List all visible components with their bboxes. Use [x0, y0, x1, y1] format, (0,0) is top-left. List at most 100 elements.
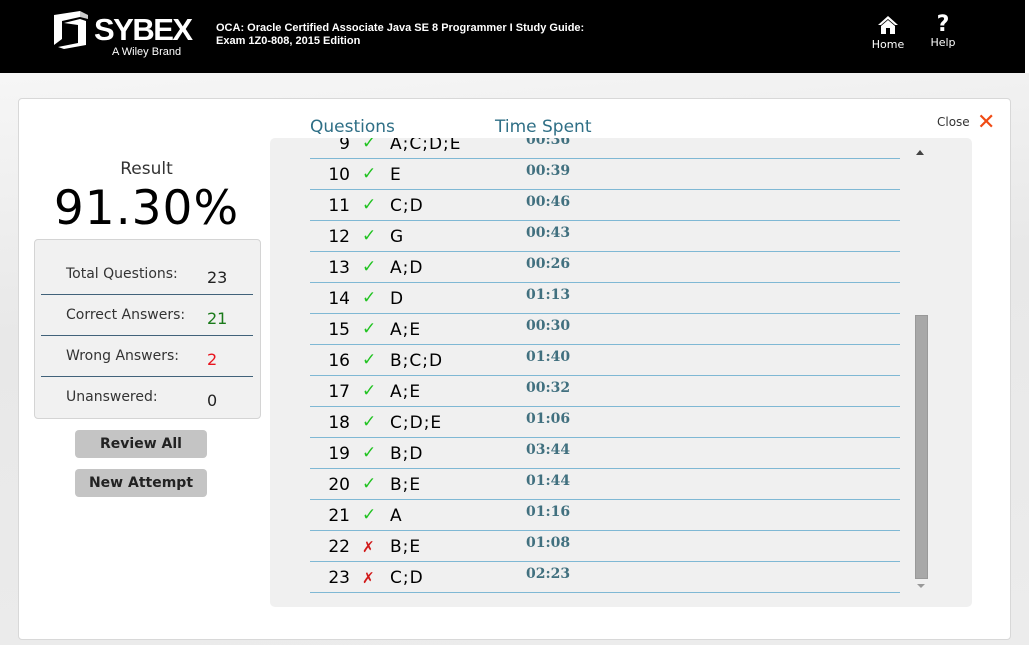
question-row[interactable]: 19 ✓ B;D 03:44	[310, 438, 900, 469]
stats-box: Total Questions: 23 Correct Answers: 21 …	[34, 239, 261, 419]
time-spent: 00:39	[526, 163, 571, 179]
review-all-button[interactable]: Review All	[75, 430, 207, 458]
answer-choices: B;D	[390, 444, 424, 464]
scroll-down-arrow-icon[interactable]	[917, 584, 925, 588]
time-spent: 00:32	[526, 380, 571, 396]
result-score: 91.30%	[53, 181, 240, 236]
scroll-up-arrow-icon[interactable]	[916, 150, 924, 155]
question-number: 9	[339, 138, 350, 154]
correct-check-icon: ✓	[362, 412, 377, 432]
column-header-time-spent: Time Spent	[495, 117, 592, 137]
correct-check-icon: ✓	[362, 164, 377, 184]
question-row[interactable]: 18 ✓ C;D;E 01:06	[310, 407, 900, 438]
stat-value: 0	[207, 391, 218, 410]
scrollbar-thumb[interactable]	[915, 315, 928, 579]
question-row[interactable]: 23 ✗ C;D 02:23	[310, 562, 900, 593]
answer-choices: C;D	[390, 196, 424, 216]
time-spent: 00:46	[526, 194, 571, 210]
time-spent: 02:23	[526, 566, 571, 582]
stat-label: Wrong Answers:	[66, 348, 180, 364]
answer-choices: A;E	[390, 382, 422, 402]
time-spent: 01:06	[526, 411, 571, 427]
correct-check-icon: ✓	[362, 474, 377, 494]
question-row[interactable]: 9 ✓ A;C;D;E 00:36	[310, 138, 900, 159]
book-title: OCA: Oracle Certified Associate Java SE …	[216, 22, 584, 48]
question-number: 12	[328, 227, 350, 247]
question-number: 16	[328, 351, 350, 371]
correct-check-icon: ✓	[362, 257, 377, 277]
question-number: 21	[328, 506, 350, 526]
time-spent: 00:26	[526, 256, 571, 272]
result-label: Result	[120, 159, 173, 179]
correct-check-icon: ✓	[362, 288, 377, 308]
time-spent: 01:13	[526, 287, 571, 303]
answer-choices: A;D	[390, 258, 424, 278]
brand-name: SYBEX	[94, 12, 193, 47]
close-icon[interactable]: ✕	[977, 112, 995, 134]
time-spent: 01:08	[526, 535, 571, 551]
question-row[interactable]: 12 ✓ G 00:43	[310, 221, 900, 252]
time-spent: 01:44	[526, 473, 571, 489]
brand-tagline: A Wiley Brand	[112, 46, 182, 58]
help-icon: ?	[936, 12, 950, 37]
question-row[interactable]: 17 ✓ A;E 00:32	[310, 376, 900, 407]
book-title-line1: OCA: Oracle Certified Associate Java SE …	[216, 22, 585, 34]
correct-check-icon: ✓	[362, 443, 377, 463]
correct-check-icon: ✓	[362, 138, 377, 153]
question-number: 10	[328, 165, 350, 185]
question-row[interactable]: 11 ✓ C;D 00:46	[310, 190, 900, 221]
answer-choices: B;E	[390, 475, 422, 495]
correct-check-icon: ✓	[362, 195, 377, 215]
stat-unanswered: Unanswered: 0	[41, 377, 253, 418]
correct-check-icon: ✓	[362, 319, 377, 339]
wrong-cross-icon: ✗	[362, 569, 375, 587]
question-row[interactable]: 10 ✓ E 00:39	[310, 159, 900, 190]
stat-total-questions: Total Questions: 23	[41, 254, 253, 295]
home-button[interactable]: Home	[870, 14, 906, 51]
question-row[interactable]: 20 ✓ B;E 01:44	[310, 469, 900, 500]
question-number: 14	[328, 289, 350, 309]
column-header-questions: Questions	[310, 117, 395, 137]
answer-choices: B;E	[390, 537, 422, 557]
wrong-cross-icon: ✗	[362, 538, 375, 556]
new-attempt-button[interactable]: New Attempt	[75, 469, 207, 497]
answer-choices: A;C;D;E	[390, 138, 462, 154]
sybex-logo-mark-icon	[54, 11, 88, 49]
stat-label: Correct Answers:	[66, 307, 186, 323]
home-label: Home	[871, 38, 905, 51]
question-number: 23	[328, 568, 350, 588]
time-spent: 00:30	[526, 318, 571, 334]
top-bar: SYBEX A Wiley Brand OCA: Oracle Certifie…	[0, 0, 1029, 73]
question-number: 17	[328, 382, 350, 402]
correct-check-icon: ✓	[362, 226, 377, 246]
question-row[interactable]: 15 ✓ A;E 00:30	[310, 314, 900, 345]
sybex-logo: SYBEX A Wiley Brand	[50, 11, 193, 61]
stat-value: 23	[207, 268, 228, 287]
answer-choices: E	[390, 165, 402, 185]
question-row[interactable]: 21 ✓ A 01:16	[310, 500, 900, 531]
question-row[interactable]: 16 ✓ B;C;D 01:40	[310, 345, 900, 376]
help-button[interactable]: ? Help	[926, 12, 960, 50]
correct-check-icon: ✓	[362, 350, 377, 370]
correct-check-icon: ✓	[362, 381, 377, 401]
question-number: 15	[328, 320, 350, 340]
stat-value: 21	[207, 309, 228, 328]
question-number: 22	[328, 537, 350, 557]
question-row[interactable]: 13 ✓ A;D 00:26	[310, 252, 900, 283]
time-spent: 00:43	[526, 225, 571, 241]
stat-wrong-answers: Wrong Answers: 2	[41, 336, 253, 377]
question-number: 19	[328, 444, 350, 464]
book-title-line2: Exam 1Z0-808, 2015 Edition	[216, 35, 361, 47]
window-edge	[1025, 0, 1029, 73]
answer-choices: B;C;D	[390, 351, 444, 371]
question-row[interactable]: 14 ✓ D 01:13	[310, 283, 900, 314]
question-row[interactable]: 22 ✗ B;E 01:08	[310, 531, 900, 562]
close-button[interactable]: Close	[937, 115, 970, 129]
correct-check-icon: ✓	[362, 505, 377, 525]
stat-value: 2	[207, 350, 218, 369]
home-icon	[878, 16, 898, 34]
help-label: Help	[930, 36, 956, 49]
time-spent: 00:36	[526, 138, 571, 148]
answer-choices: A;E	[390, 320, 422, 340]
stat-correct-answers: Correct Answers: 21	[41, 295, 253, 336]
